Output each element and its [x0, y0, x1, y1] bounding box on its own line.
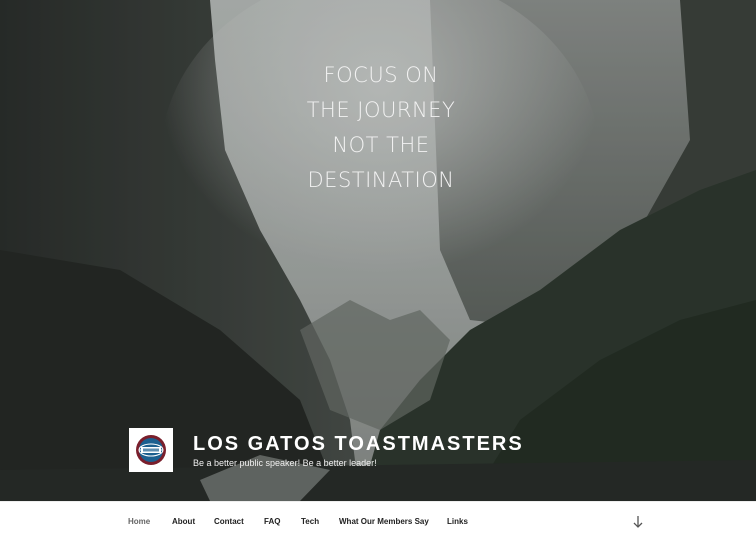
nav-item-faq[interactable]: FAQ	[264, 517, 280, 526]
arrow-down-icon[interactable]	[632, 515, 644, 529]
nav-item-contact[interactable]: Contact	[214, 517, 244, 526]
quote-line: DESTINATION	[307, 168, 455, 192]
toastmasters-logo[interactable]	[129, 428, 173, 472]
nav-item-home[interactable]: Home	[128, 517, 150, 526]
quote-line: THE JOURNEY	[306, 98, 456, 122]
nav-item-tech[interactable]: Tech	[301, 517, 319, 526]
hero-quote: FOCUS ON THE JOURNEY NOT THE DESTINATION	[238, 58, 524, 198]
arrow-down-icon-graphic	[633, 516, 643, 528]
site-tagline: Be a better public speaker! Be a better …	[193, 458, 377, 468]
nav-item-links[interactable]: Links	[447, 517, 468, 526]
hero-header: FOCUS ON THE JOURNEY NOT THE DESTINATION…	[0, 0, 756, 501]
quote-line: NOT THE	[332, 133, 430, 157]
toastmasters-logo-icon	[129, 428, 173, 472]
quote-line: FOCUS ON	[323, 63, 439, 87]
nav-item-what-our-members-say[interactable]: What Our Members Say	[339, 517, 429, 526]
site-title[interactable]: LOS GATOS TOASTMASTERS	[193, 433, 524, 456]
main-navigation: Home About Contact FAQ Tech What Our Mem…	[0, 501, 756, 540]
nav-item-about[interactable]: About	[172, 517, 195, 526]
